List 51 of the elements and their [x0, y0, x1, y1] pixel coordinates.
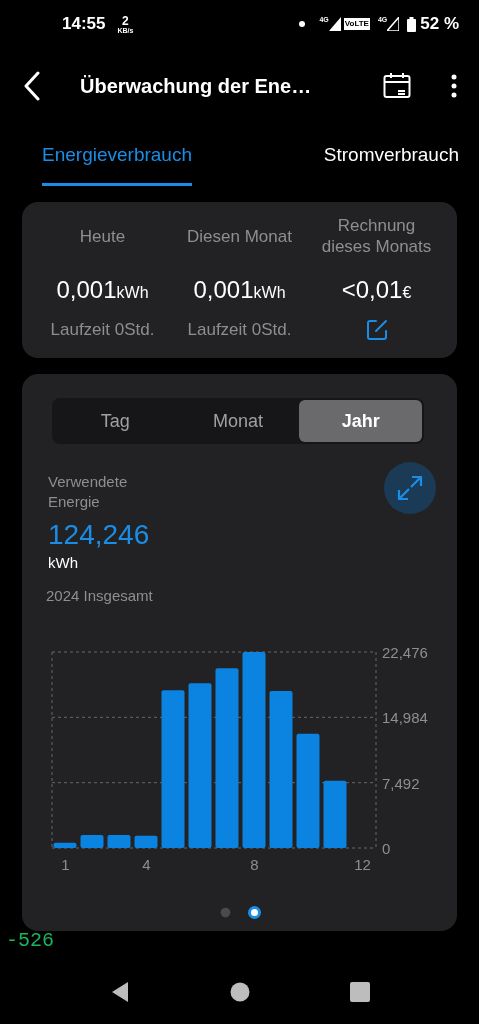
- y-tick-label: 22,476: [382, 644, 428, 661]
- unit-label: kWh: [116, 284, 149, 303]
- chart-bar: [53, 842, 77, 848]
- summary-label: Diesen Monat: [187, 225, 292, 247]
- page-indicator[interactable]: [247, 906, 261, 919]
- runtime-label: Laufzeit 0Std.: [187, 319, 292, 342]
- period-tab[interactable]: Tag: [54, 400, 177, 442]
- summary-value: <0,01: [341, 275, 403, 305]
- tab[interactable]: Energieverbrauch: [42, 124, 192, 186]
- y-tick-label: 14,984: [382, 709, 428, 727]
- x-tick-label: 8: [250, 856, 259, 873]
- back-icon[interactable]: [22, 71, 42, 101]
- unit-label: kWh: [253, 284, 286, 303]
- summary-value: 0,001: [56, 275, 117, 305]
- signal-icon: [328, 17, 341, 31]
- expand-button[interactable]: [384, 462, 436, 514]
- edit-icon[interactable]: [365, 319, 388, 341]
- period-tab[interactable]: Jahr: [299, 400, 422, 442]
- expand-icon: [397, 475, 423, 501]
- period-tab[interactable]: Monat: [176, 400, 300, 442]
- home-nav-icon[interactable]: [229, 982, 250, 1002]
- energy-total: 124,246: [48, 518, 150, 552]
- chart-bar: [134, 835, 158, 848]
- calendar-icon[interactable]: [383, 73, 411, 99]
- energy-unit: kWh: [48, 553, 78, 573]
- x-tick-label: 4: [142, 856, 151, 873]
- battery-percent: 52 %: [420, 13, 459, 36]
- y-tick-label: 7,492: [382, 774, 420, 792]
- debug-overlay: -526: [6, 928, 54, 954]
- summary-label: Heute: [79, 225, 126, 247]
- summary-label: Rechnung dieses Monats: [321, 215, 432, 257]
- chart-bar: [323, 780, 347, 848]
- recents-nav-icon[interactable]: [349, 982, 370, 1002]
- chart-bar: [107, 834, 131, 848]
- battery-icon: [407, 16, 417, 32]
- more-icon[interactable]: [451, 74, 457, 98]
- chart-bar: [80, 834, 104, 848]
- y-tick-label: 0: [382, 840, 391, 857]
- volte-badge: VoLTE: [343, 18, 370, 30]
- screen-title: Überwachung der Ene…: [80, 74, 312, 99]
- signal-icon: [387, 17, 400, 31]
- period-caption: 2024 Insgesamt: [46, 586, 153, 606]
- status-time: 14:55: [62, 13, 106, 36]
- x-tick-label: 12: [354, 856, 371, 873]
- unit-label: €: [402, 284, 412, 303]
- speed-value: 2: [122, 14, 129, 27]
- x-tick-label: 1: [61, 856, 70, 873]
- runtime-label: Laufzeit 0Std.: [50, 319, 155, 342]
- energy-label: Verwendete Energie: [48, 472, 129, 512]
- tab[interactable]: Stromverbrauch: [323, 124, 459, 186]
- summary-value: 0,001: [193, 275, 254, 305]
